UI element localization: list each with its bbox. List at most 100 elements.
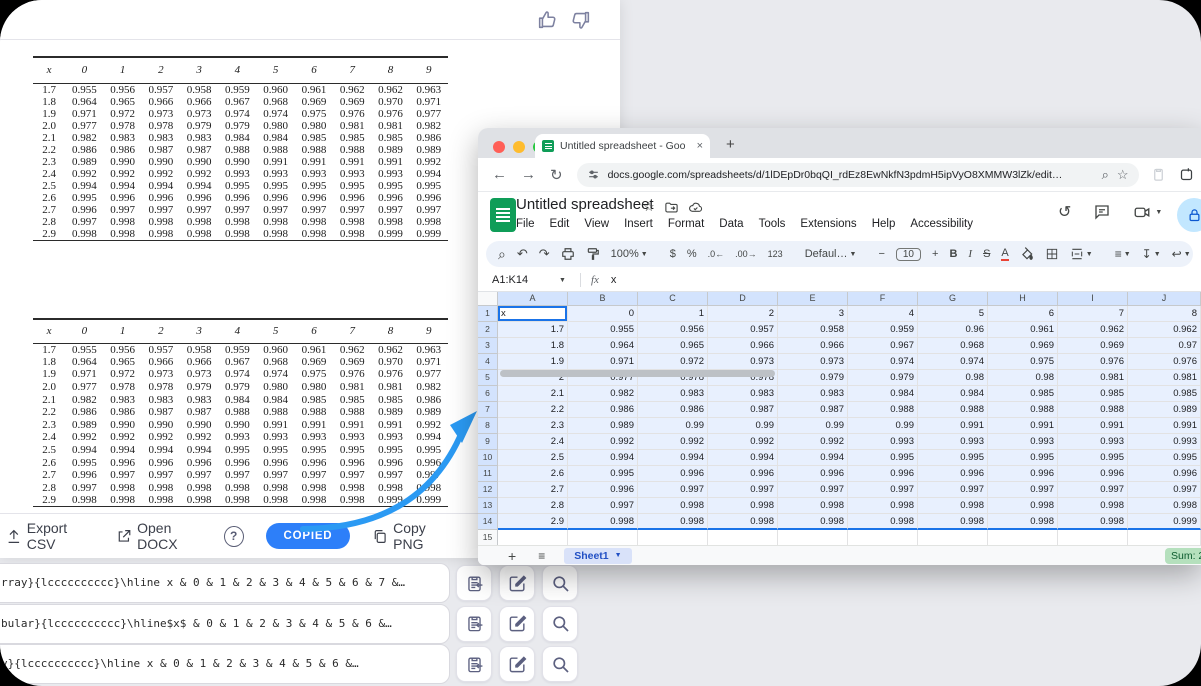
cell-E7[interactable]: 0.987 — [778, 402, 848, 418]
cell-D10[interactable]: 0.994 — [708, 450, 778, 466]
cell-J3[interactable]: 0.97 — [1128, 338, 1201, 354]
latex-snippet-field[interactable]: rray}{lcccccccccc}\hline x & 0 & 1 & 2 &… — [0, 563, 450, 603]
export-csv-button[interactable]: Export CSV — [6, 520, 94, 552]
row-header-6[interactable]: 6 — [478, 386, 498, 402]
column-header-I[interactable]: I — [1058, 292, 1128, 306]
column-header-G[interactable]: G — [918, 292, 988, 306]
side-panel-icon[interactable] — [1179, 167, 1194, 182]
cell-C13[interactable]: 0.998 — [638, 498, 708, 514]
font-select[interactable]: Defaul… ▼ — [805, 248, 857, 260]
increase-decimals-button[interactable]: .00→ — [735, 249, 757, 259]
cell-D1[interactable]: 2 — [708, 306, 778, 322]
cell-J6[interactable]: 0.985 — [1128, 386, 1201, 402]
cell-B12[interactable]: 0.996 — [568, 482, 638, 498]
increase-font-size-button[interactable]: + — [932, 248, 938, 260]
cell-B10[interactable]: 0.994 — [568, 450, 638, 466]
cell-C9[interactable]: 0.992 — [638, 434, 708, 450]
menu-data[interactable]: Data — [719, 218, 743, 230]
cell-I7[interactable]: 0.988 — [1058, 402, 1128, 418]
font-size-input[interactable]: 10 — [896, 248, 921, 261]
clipboard-copy-button[interactable] — [456, 646, 492, 682]
reload-icon[interactable]: ↻ — [550, 166, 563, 184]
cell-B14[interactable]: 0.998 — [568, 514, 638, 530]
cell-H11[interactable]: 0.996 — [988, 466, 1058, 482]
cell-F1[interactable]: 4 — [848, 306, 918, 322]
cell-D6[interactable]: 0.983 — [708, 386, 778, 402]
cell-B8[interactable]: 0.989 — [568, 418, 638, 434]
formula-input[interactable]: x — [611, 274, 617, 286]
borders-button[interactable] — [1045, 247, 1059, 261]
browser-tab[interactable]: Untitled spreadsheet - Goog × — [535, 134, 710, 158]
cell-H9[interactable]: 0.993 — [988, 434, 1058, 450]
menu-edit[interactable]: Edit — [550, 218, 570, 230]
menu-tools[interactable]: Tools — [759, 218, 786, 230]
column-header-B[interactable]: B — [568, 292, 638, 306]
row-header-12[interactable]: 12 — [478, 482, 498, 498]
menu-extensions[interactable]: Extensions — [800, 218, 856, 230]
bookmark-star-icon[interactable]: ☆ — [1117, 167, 1129, 183]
cell-B2[interactable]: 0.955 — [568, 322, 638, 338]
menu-format[interactable]: Format — [668, 218, 704, 230]
cell-A4[interactable]: 1.9 — [498, 354, 568, 370]
thumbs-down-icon[interactable] — [570, 9, 592, 31]
italic-button[interactable]: I — [968, 248, 972, 260]
cell-F6[interactable]: 0.984 — [848, 386, 918, 402]
toolbar-search-icon[interactable]: ⌕ — [498, 246, 506, 263]
cell-F3[interactable]: 0.967 — [848, 338, 918, 354]
cell-G10[interactable]: 0.995 — [918, 450, 988, 466]
menu-help[interactable]: Help — [872, 218, 896, 230]
cell-G9[interactable]: 0.993 — [918, 434, 988, 450]
cell-H4[interactable]: 0.975 — [988, 354, 1058, 370]
menu-view[interactable]: View — [584, 218, 609, 230]
print-icon[interactable] — [561, 247, 575, 261]
latex-snippet-field[interactable]: bular}{lcccccccccc}\hline$x$ & 0 & 1 & 2… — [0, 604, 450, 644]
cell-B11[interactable]: 0.995 — [568, 466, 638, 482]
cell-H13[interactable]: 0.998 — [988, 498, 1058, 514]
cell-J1[interactable]: 8 — [1128, 306, 1201, 322]
menu-insert[interactable]: Insert — [624, 218, 653, 230]
cell-I13[interactable]: 0.998 — [1058, 498, 1128, 514]
cell-D7[interactable]: 0.987 — [708, 402, 778, 418]
cell-D2[interactable]: 0.957 — [708, 322, 778, 338]
add-sheet-button[interactable]: + — [508, 548, 516, 564]
name-box-caret-icon[interactable]: ▼ — [559, 277, 566, 284]
cell-H5[interactable]: 0.98 — [988, 370, 1058, 386]
cell-I9[interactable]: 0.993 — [1058, 434, 1128, 450]
cell-A7[interactable]: 2.2 — [498, 402, 568, 418]
zoom-button[interactable] — [542, 646, 578, 682]
cell-G4[interactable]: 0.974 — [918, 354, 988, 370]
more-formats-button[interactable]: 123 — [768, 249, 783, 259]
cell-C3[interactable]: 0.965 — [638, 338, 708, 354]
cell-A6[interactable]: 2.1 — [498, 386, 568, 402]
cell-A9[interactable]: 2.4 — [498, 434, 568, 450]
cell-C1[interactable]: 1 — [638, 306, 708, 322]
cell-C2[interactable]: 0.956 — [638, 322, 708, 338]
version-history-icon[interactable]: ↺ — [1058, 202, 1071, 222]
search-in-page-icon[interactable]: ⌕ — [1102, 167, 1109, 183]
cell-G12[interactable]: 0.997 — [918, 482, 988, 498]
cell-I8[interactable]: 0.991 — [1058, 418, 1128, 434]
cell-D12[interactable]: 0.997 — [708, 482, 778, 498]
cell-A13[interactable]: 2.8 — [498, 498, 568, 514]
row-header-15[interactable]: 15 — [478, 530, 498, 545]
cell-F9[interactable]: 0.993 — [848, 434, 918, 450]
column-header-C[interactable]: C — [638, 292, 708, 306]
cell-G6[interactable]: 0.984 — [918, 386, 988, 402]
paint-format-icon[interactable] — [586, 247, 600, 261]
sum-badge[interactable]: Sum: 20 — [1165, 548, 1201, 564]
name-box[interactable]: A1:K14 — [478, 274, 553, 286]
cell-J14[interactable]: 0.999 — [1128, 514, 1201, 530]
cell-J11[interactable]: 0.996 — [1128, 466, 1201, 482]
cell-A14[interactable]: 2.9 — [498, 514, 568, 530]
decrease-font-size-button[interactable]: − — [878, 248, 884, 260]
row-header-1[interactable]: 1 — [478, 306, 498, 322]
cell-D13[interactable]: 0.998 — [708, 498, 778, 514]
horizontal-scrollbar[interactable] — [500, 370, 775, 377]
cell-F10[interactable]: 0.995 — [848, 450, 918, 466]
cell-F14[interactable]: 0.998 — [848, 514, 918, 530]
cell-I15[interactable] — [1058, 530, 1128, 545]
document-title[interactable]: Untitled spreadsheet — [516, 196, 654, 213]
share-button[interactable] — [1177, 198, 1201, 232]
cell-A11[interactable]: 2.6 — [498, 466, 568, 482]
format-percent-button[interactable]: % — [687, 248, 697, 260]
